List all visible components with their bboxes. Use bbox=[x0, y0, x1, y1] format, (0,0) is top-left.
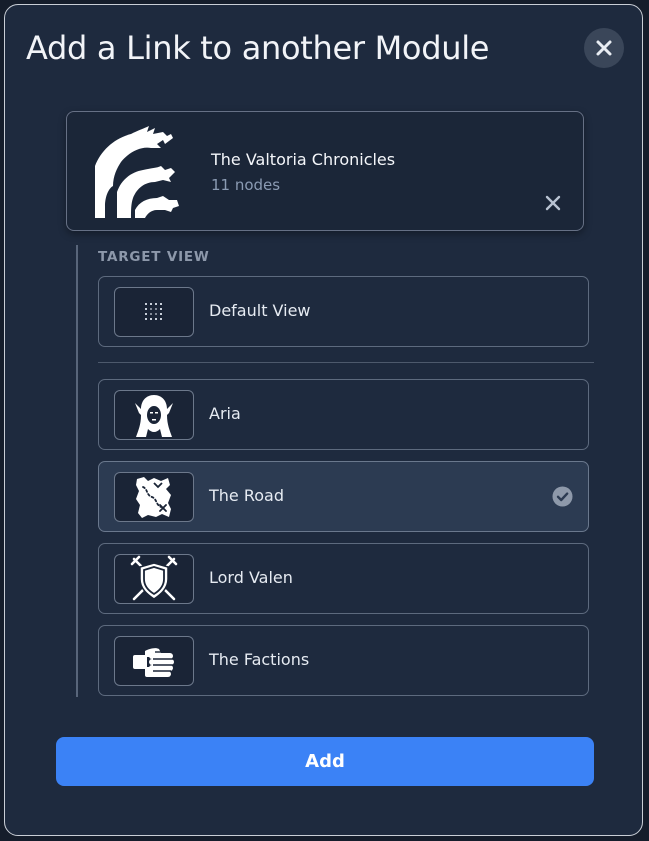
view-option-label: The Road bbox=[209, 486, 284, 505]
check-circle-icon bbox=[552, 486, 573, 507]
view-thumbnail bbox=[114, 636, 194, 686]
view-thumbnail bbox=[114, 472, 194, 522]
add-button[interactable]: Add bbox=[56, 737, 594, 786]
view-option-aria[interactable]: Aria bbox=[98, 379, 589, 450]
fist-icon bbox=[133, 648, 174, 677]
target-view-heading: TARGET VIEW bbox=[98, 249, 210, 265]
view-option-label: Aria bbox=[209, 404, 241, 423]
view-option-the-road[interactable]: The Road bbox=[98, 461, 589, 532]
close-button[interactable] bbox=[584, 28, 624, 68]
view-option-the-factions[interactable]: The Factions bbox=[98, 625, 589, 696]
section-divider bbox=[98, 362, 594, 363]
module-node-count: 11 nodes bbox=[211, 176, 281, 194]
hydra-icon bbox=[95, 126, 179, 218]
tree-connector-line bbox=[76, 245, 78, 697]
view-option-label: Lord Valen bbox=[209, 568, 293, 587]
view-option-default[interactable]: Default View bbox=[98, 276, 589, 347]
selected-module-card: The Valtoria Chronicles 11 nodes bbox=[66, 111, 584, 231]
treasure-map-icon bbox=[136, 477, 171, 518]
view-thumbnail bbox=[114, 390, 194, 440]
elf-woman-icon bbox=[135, 395, 173, 437]
view-thumbnail bbox=[114, 554, 194, 604]
view-option-label: Default View bbox=[209, 301, 311, 320]
dialog-title: Add a Link to another Module bbox=[26, 29, 490, 67]
remove-x-icon[interactable] bbox=[544, 194, 562, 212]
add-link-dialog: Add a Link to another Module The Valtori… bbox=[4, 4, 643, 836]
close-icon bbox=[596, 40, 612, 56]
view-thumbnail bbox=[114, 287, 194, 337]
dotted-grid-icon bbox=[145, 303, 162, 320]
module-name: The Valtoria Chronicles bbox=[211, 150, 396, 169]
shield-swords-icon bbox=[130, 555, 178, 601]
view-option-label: The Factions bbox=[209, 650, 310, 669]
view-option-lord-valen[interactable]: Lord Valen bbox=[98, 543, 589, 614]
